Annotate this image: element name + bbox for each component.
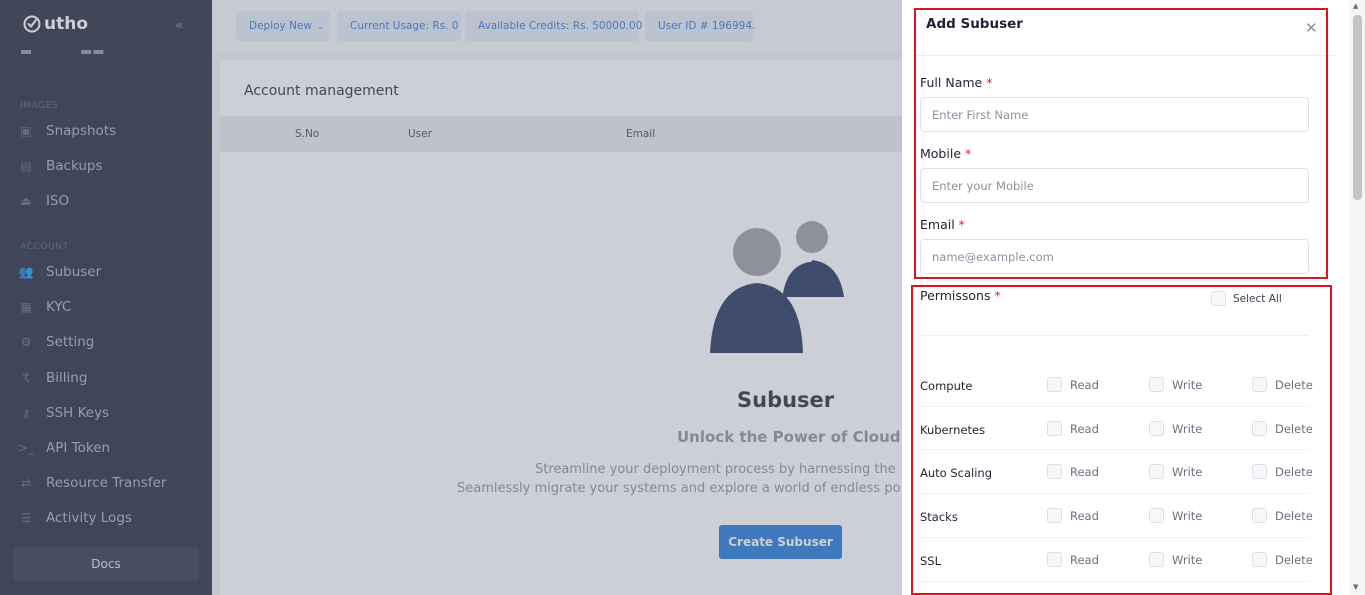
write-label: Write: [1172, 508, 1203, 523]
email-input[interactable]: [920, 239, 1309, 274]
add-subuser-drawer: Add Subuser ✕ Full Name * Mobile * Email…: [902, 0, 1365, 595]
checkbox-box[interactable]: [1047, 508, 1062, 523]
permission-row-ssl: SSL Read Write Delete: [920, 546, 1313, 590]
write-label: Write: [1172, 377, 1203, 392]
divider: [916, 55, 1336, 56]
checkbox-box[interactable]: [1047, 421, 1062, 436]
full-name-input[interactable]: [920, 97, 1309, 132]
scroll-down-icon[interactable]: ▼: [1353, 583, 1358, 591]
permission-name: Kubernetes: [920, 423, 986, 437]
checkbox-box[interactable]: [1252, 464, 1267, 479]
row-divider: [920, 449, 1309, 450]
required-mark: *: [958, 217, 965, 232]
drawer-title: Add Subuser: [926, 16, 1023, 32]
row-divider: [920, 537, 1309, 538]
read-label: Read: [1070, 508, 1099, 523]
read-label: Read: [1070, 421, 1099, 436]
email-label-text: Email: [920, 217, 955, 232]
permission-row-kubernetes: Kubernetes Read Write Delete: [920, 415, 1313, 459]
checkbox-box[interactable]: [1252, 508, 1267, 523]
required-mark: *: [986, 75, 993, 90]
compute-write-checkbox[interactable]: Write: [1149, 377, 1202, 392]
ssl-read-checkbox[interactable]: Read: [1047, 552, 1099, 567]
delete-label: Delete: [1275, 508, 1313, 523]
modal-overlay[interactable]: [0, 0, 902, 595]
read-label: Read: [1070, 377, 1099, 392]
row-divider: [920, 406, 1309, 407]
full-name-label: Full Name *: [920, 75, 992, 90]
ssl-delete-checkbox[interactable]: Delete: [1252, 552, 1313, 567]
stacks-read-checkbox[interactable]: Read: [1047, 508, 1099, 523]
permission-row-stacks: Stacks Read Write Delete: [920, 502, 1313, 546]
checkbox-box[interactable]: [1149, 421, 1164, 436]
delete-label: Delete: [1275, 464, 1313, 479]
full-name-label-text: Full Name: [920, 75, 983, 90]
close-icon[interactable]: ✕: [1305, 19, 1318, 37]
checkbox-box[interactable]: [1149, 377, 1164, 392]
permission-row-compute: Compute Read Write Delete: [920, 371, 1313, 415]
compute-delete-checkbox[interactable]: Delete: [1252, 377, 1313, 392]
permissions-label-text: Permissons: [920, 288, 991, 303]
checkbox-box[interactable]: [1047, 552, 1062, 567]
row-divider: [920, 581, 1309, 582]
checkbox-box[interactable]: [1252, 377, 1267, 392]
kubernetes-delete-checkbox[interactable]: Delete: [1252, 421, 1313, 436]
ssl-write-checkbox[interactable]: Write: [1149, 552, 1202, 567]
write-label: Write: [1172, 464, 1203, 479]
stacks-write-checkbox[interactable]: Write: [1149, 508, 1202, 523]
auto-scaling-write-checkbox[interactable]: Write: [1149, 464, 1202, 479]
email-label: Email *: [920, 217, 965, 232]
checkbox-box[interactable]: [1252, 421, 1267, 436]
checkbox-box[interactable]: [1149, 508, 1164, 523]
auto-scaling-delete-checkbox[interactable]: Delete: [1252, 464, 1313, 479]
permissions-label: Permissons *: [920, 288, 1001, 303]
delete-label: Delete: [1275, 377, 1313, 392]
read-label: Read: [1070, 464, 1099, 479]
row-divider: [920, 493, 1309, 494]
write-label: Write: [1172, 552, 1203, 567]
mobile-label: Mobile *: [920, 146, 971, 161]
kubernetes-read-checkbox[interactable]: Read: [1047, 421, 1099, 436]
required-mark: *: [994, 288, 1001, 303]
permissions-divider: [920, 335, 1309, 336]
scroll-up-icon[interactable]: ▲: [1353, 2, 1358, 10]
select-all-checkbox[interactable]: Select All: [1211, 291, 1282, 306]
delete-label: Delete: [1275, 421, 1313, 436]
auto-scaling-read-checkbox[interactable]: Read: [1047, 464, 1099, 479]
kubernetes-write-checkbox[interactable]: Write: [1149, 421, 1202, 436]
permission-name: Compute: [920, 379, 973, 393]
checkbox-box[interactable]: [1252, 552, 1267, 567]
delete-label: Delete: [1275, 552, 1313, 567]
read-label: Read: [1070, 552, 1099, 567]
mobile-label-text: Mobile: [920, 146, 962, 161]
checkbox-box[interactable]: [1047, 377, 1062, 392]
permission-name: SSL: [920, 554, 942, 568]
compute-read-checkbox[interactable]: Read: [1047, 377, 1099, 392]
stacks-delete-checkbox[interactable]: Delete: [1252, 508, 1313, 523]
permission-name: Auto Scaling: [920, 466, 993, 480]
permission-row-auto-scaling: Auto Scaling Read Write Delete: [920, 458, 1313, 502]
mobile-input[interactable]: [920, 168, 1309, 203]
checkbox-box[interactable]: [1047, 464, 1062, 479]
scrollbar-thumb[interactable]: [1353, 15, 1362, 200]
required-mark: *: [965, 146, 972, 161]
select-all-box[interactable]: [1211, 291, 1226, 306]
select-all-label: Select All: [1233, 292, 1282, 305]
checkbox-box[interactable]: [1149, 464, 1164, 479]
write-label: Write: [1172, 421, 1203, 436]
permission-name: Stacks: [920, 510, 958, 524]
checkbox-box[interactable]: [1149, 552, 1164, 567]
